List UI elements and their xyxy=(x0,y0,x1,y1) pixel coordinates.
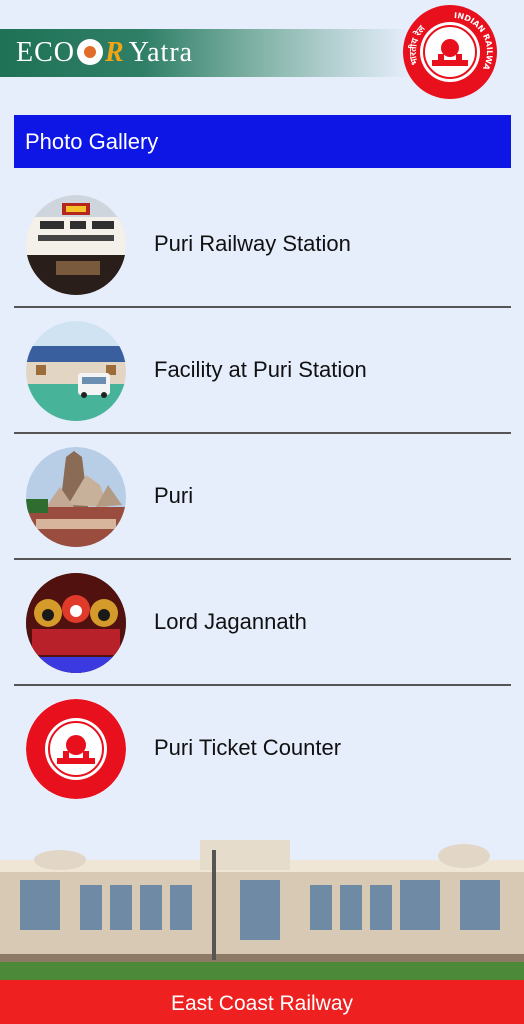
station-facility-icon xyxy=(26,321,126,421)
brand-suffix: Yatra xyxy=(128,37,194,68)
list-item[interactable]: Puri xyxy=(14,434,511,560)
footer-bar: East Coast Railway xyxy=(0,980,524,1024)
page-title: Photo Gallery xyxy=(14,115,511,168)
puri-station-signboard-icon xyxy=(26,195,126,295)
ecor-emblem-icon xyxy=(77,39,103,65)
app-header: ECO RYatra भारतीय रेल INDIAN RAILWAYS xyxy=(0,0,524,105)
brand-r: R xyxy=(105,37,125,68)
list-item[interactable]: Facility at Puri Station xyxy=(14,308,511,434)
list-item-label: Puri xyxy=(154,483,194,508)
app-brand: ECO R Yatra xyxy=(16,29,193,77)
list-item-label: Lord Jagannath xyxy=(154,609,307,634)
lord-jagannath-icon xyxy=(26,573,126,673)
list-item-label: Puri Ticket Counter xyxy=(154,735,342,760)
list-item[interactable]: Lord Jagannath xyxy=(14,560,511,686)
list-item[interactable]: Puri Ticket Counter xyxy=(14,686,511,812)
puri-temple-icon xyxy=(26,447,126,547)
station-building-image xyxy=(0,810,524,980)
gallery-list: Puri Railway Station Facility at Puri St… xyxy=(14,182,511,812)
indian-railways-logo-icon: भारतीय रेल INDIAN RAILWAYS xyxy=(402,4,497,99)
list-item-label: Puri Railway Station xyxy=(154,231,351,256)
brand-banner: ECO R Yatra xyxy=(0,29,410,77)
list-item-label: Facility at Puri Station xyxy=(154,357,367,382)
indian-railways-logo-icon xyxy=(26,699,126,799)
brand-prefix: ECO xyxy=(16,37,75,68)
list-item[interactable]: Puri Railway Station xyxy=(14,182,511,308)
